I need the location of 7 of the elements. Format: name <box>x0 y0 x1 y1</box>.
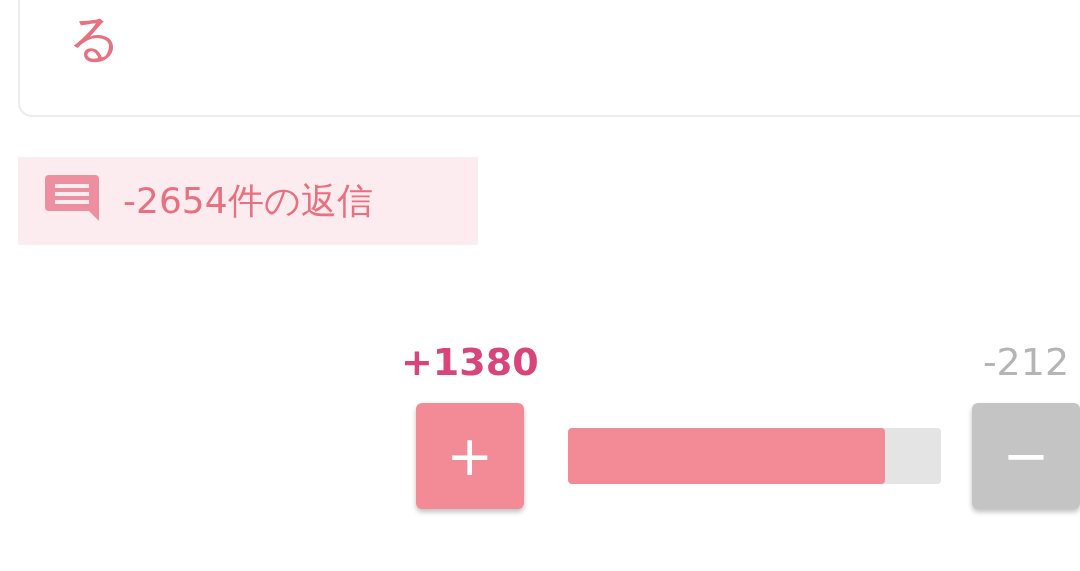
upvote-button[interactable]: + <box>415 403 524 509</box>
replies-link[interactable]: -2654件の返信 <box>18 157 478 245</box>
post-text: る <box>68 7 121 64</box>
downvote-button[interactable]: − <box>972 403 1080 509</box>
upvote-count: +1380 <box>401 343 539 381</box>
replies-count: -2654件の返信 <box>123 179 373 223</box>
downvote-count: -212 <box>982 343 1070 381</box>
